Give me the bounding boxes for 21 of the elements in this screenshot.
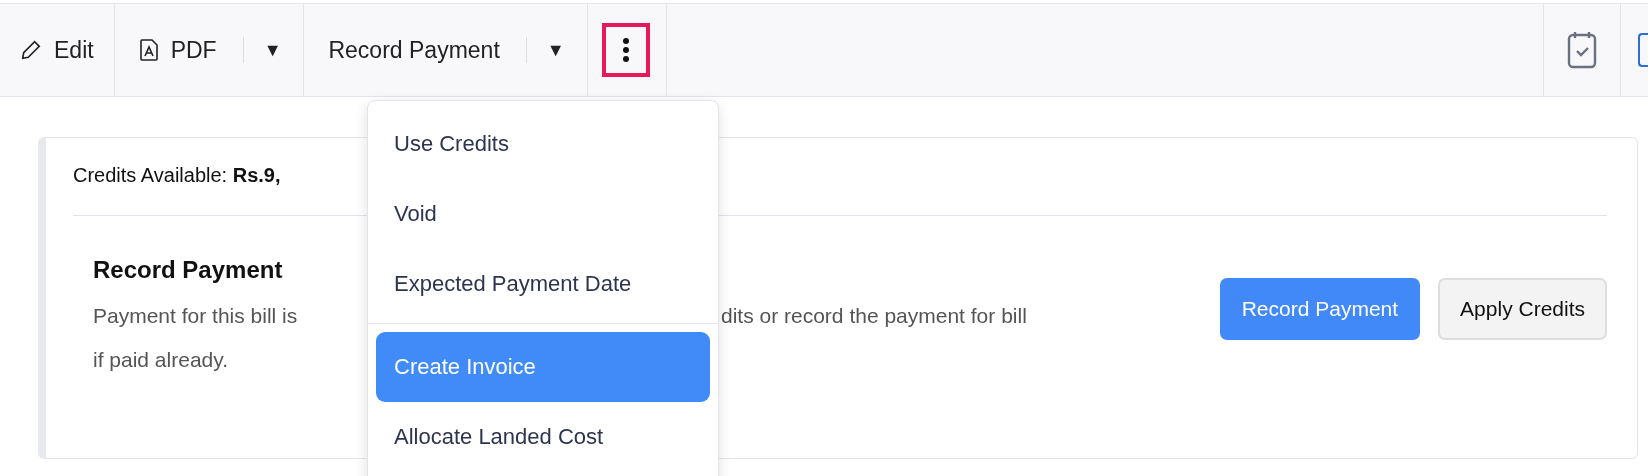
menu-item[interactable]: Use Credits	[376, 109, 710, 179]
menu-item[interactable]: Allocate Landed Cost	[376, 402, 710, 472]
more-icon	[621, 37, 630, 63]
toolbar-icon[interactable]	[1638, 33, 1648, 67]
description-text: dits or record the payment for bill	[721, 303, 1027, 329]
edit-button[interactable]: Edit	[0, 4, 114, 96]
more-button[interactable]	[601, 23, 650, 77]
split-button[interactable]: Record Payment	[304, 36, 510, 64]
description-text: Payment for this bill is	[93, 303, 299, 329]
apply-credits-button[interactable]: Apply Credits	[1438, 278, 1607, 340]
credits-text: Credits Available: Rs.9,	[73, 164, 281, 186]
description-text: if paid already.	[93, 347, 230, 373]
menu-item[interactable]: Void	[376, 179, 710, 249]
section-heading: Record Payment	[93, 256, 283, 283]
dropdown-button[interactable]: ▼	[259, 39, 286, 61]
dropdown-button[interactable]: ▼	[542, 39, 569, 61]
split-button[interactable]: PDF	[114, 36, 227, 64]
menu-item[interactable]: Expected Payment Date	[376, 249, 710, 319]
document-icon	[138, 38, 159, 62]
calendar-check-icon	[1567, 31, 1597, 69]
pencil-icon	[20, 39, 42, 61]
